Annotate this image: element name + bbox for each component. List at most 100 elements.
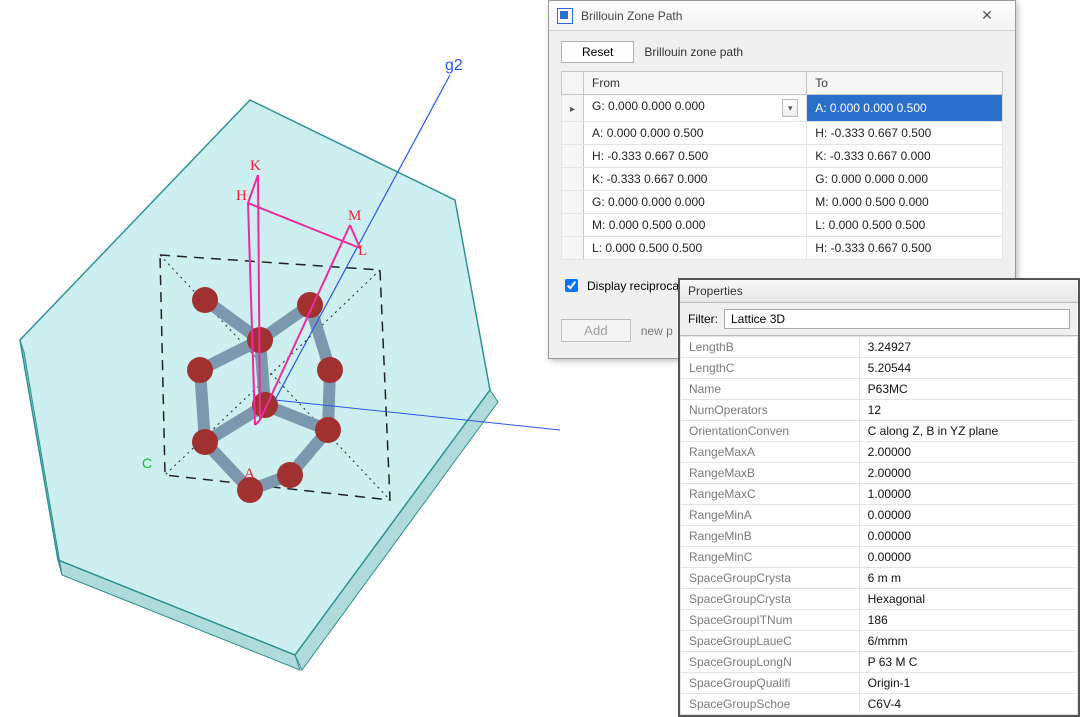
property-row[interactable]: LengthC5.20544 [681, 358, 1078, 379]
property-row[interactable]: SpaceGroupITNum186 [681, 610, 1078, 631]
row-header[interactable] [562, 214, 584, 237]
property-row[interactable]: NameP63MC [681, 379, 1078, 400]
property-value[interactable]: 0.00000 [859, 526, 1077, 547]
property-value[interactable]: 6 m m [859, 568, 1077, 589]
property-row[interactable]: RangeMinA0.00000 [681, 505, 1078, 526]
property-key: Name [681, 379, 860, 400]
bz-row[interactable]: L: 0.000 0.500 0.500H: -0.333 0.667 0.50… [562, 237, 1003, 260]
property-row[interactable]: SpaceGroupLaueC6/mmm [681, 631, 1078, 652]
property-value[interactable]: C along Z, B in YZ plane [859, 421, 1077, 442]
property-row[interactable]: SpaceGroupCrysta6 m m [681, 568, 1078, 589]
property-row[interactable]: NumOperators12 [681, 400, 1078, 421]
display-reciprocal-checkbox[interactable] [565, 279, 578, 292]
to-cell[interactable]: M: 0.000 0.500 0.000 [807, 191, 1003, 214]
property-value[interactable]: 2.00000 [859, 463, 1077, 484]
from-cell[interactable]: G: 0.000 0.000 0.000 [584, 191, 807, 214]
svg-text:K: K [250, 158, 261, 174]
svg-text:A: A [244, 466, 255, 482]
new-point-label: new p [641, 324, 673, 338]
bz-row[interactable]: A: 0.000 0.000 0.500H: -0.333 0.667 0.50… [562, 122, 1003, 145]
to-cell[interactable]: G: 0.000 0.000 0.000 [807, 168, 1003, 191]
property-row[interactable]: SpaceGroupCrystaHexagonal [681, 589, 1078, 610]
property-row[interactable]: RangeMaxB2.00000 [681, 463, 1078, 484]
property-value[interactable]: C6V-4 [859, 694, 1077, 715]
properties-grid[interactable]: LengthB3.24927LengthC5.20544NameP63MCNum… [680, 336, 1078, 715]
property-value[interactable]: 3.24927 [859, 337, 1077, 358]
reset-button[interactable]: Reset [561, 41, 634, 63]
properties-panel[interactable]: Properties Filter: LengthB3.24927LengthC… [678, 278, 1080, 717]
property-row[interactable]: SpaceGroupSchoeC6V-4 [681, 694, 1078, 715]
from-cell[interactable]: G: 0.000 0.000 0.000 [584, 95, 807, 122]
property-key: SpaceGroupQualifi [681, 673, 860, 694]
property-key: SpaceGroupCrysta [681, 568, 860, 589]
bz-titlebar[interactable]: Brillouin Zone Path ✕ [549, 1, 1015, 31]
property-key: RangeMaxB [681, 463, 860, 484]
to-cell[interactable]: K: -0.333 0.667 0.000 [807, 145, 1003, 168]
property-value[interactable]: 5.20544 [859, 358, 1077, 379]
bz-row[interactable]: G: 0.000 0.000 0.000A: 0.000 0.000 0.500 [562, 95, 1003, 122]
to-cell[interactable]: A: 0.000 0.000 0.500 [807, 95, 1003, 122]
add-button[interactable]: Add [561, 319, 631, 342]
property-key: RangeMinB [681, 526, 860, 547]
col-to[interactable]: To [807, 72, 1003, 95]
row-header[interactable] [562, 237, 584, 260]
property-value[interactable]: 2.00000 [859, 442, 1077, 463]
bz-row[interactable]: G: 0.000 0.000 0.000M: 0.000 0.500 0.000 [562, 191, 1003, 214]
filter-input[interactable] [724, 309, 1070, 329]
properties-header[interactable]: Properties [680, 280, 1078, 303]
col-from[interactable]: From [584, 72, 807, 95]
property-row[interactable]: OrientationConvenC along Z, B in YZ plan… [681, 421, 1078, 442]
to-cell[interactable]: H: -0.333 0.667 0.500 [807, 237, 1003, 260]
g2-label: g2 [445, 57, 463, 74]
property-value[interactable]: 6/mmm [859, 631, 1077, 652]
property-value[interactable]: 0.00000 [859, 505, 1077, 526]
property-row[interactable]: LengthB3.24927 [681, 337, 1078, 358]
row-header[interactable] [562, 191, 584, 214]
property-key: RangeMaxC [681, 484, 860, 505]
viewport-3d[interactable]: g2 K H M L A C [0, 0, 560, 684]
to-cell[interactable]: H: -0.333 0.667 0.500 [807, 122, 1003, 145]
property-value[interactable]: 0.00000 [859, 547, 1077, 568]
chevron-down-icon[interactable] [782, 99, 798, 117]
property-value[interactable]: Origin-1 [859, 673, 1077, 694]
property-value[interactable]: 1.00000 [859, 484, 1077, 505]
property-row[interactable]: SpaceGroupLongNP 63 M C [681, 652, 1078, 673]
filter-label: Filter: [688, 312, 718, 326]
bz-row[interactable]: M: 0.000 0.500 0.000L: 0.000 0.500 0.500 [562, 214, 1003, 237]
from-cell[interactable]: L: 0.000 0.500 0.500 [584, 237, 807, 260]
row-header[interactable] [562, 168, 584, 191]
property-row[interactable]: RangeMinB0.00000 [681, 526, 1078, 547]
bz-row[interactable]: K: -0.333 0.667 0.000G: 0.000 0.000 0.00… [562, 168, 1003, 191]
bz-row[interactable]: H: -0.333 0.667 0.500K: -0.333 0.667 0.0… [562, 145, 1003, 168]
row-header[interactable] [562, 122, 584, 145]
bz-title: Brillouin Zone Path [581, 9, 959, 23]
from-cell[interactable]: M: 0.000 0.500 0.000 [584, 214, 807, 237]
property-key: OrientationConven [681, 421, 860, 442]
property-key: LengthC [681, 358, 860, 379]
row-header[interactable] [562, 95, 584, 122]
property-value[interactable]: 12 [859, 400, 1077, 421]
from-cell[interactable]: A: 0.000 0.000 0.500 [584, 122, 807, 145]
bz-grid[interactable]: From To G: 0.000 0.000 0.000A: 0.000 0.0… [561, 71, 1003, 260]
property-row[interactable]: RangeMinC0.00000 [681, 547, 1078, 568]
property-row[interactable]: SpaceGroupQualifiOrigin-1 [681, 673, 1078, 694]
property-value[interactable]: P 63 M C [859, 652, 1077, 673]
property-key: LengthB [681, 337, 860, 358]
from-cell[interactable]: K: -0.333 0.667 0.000 [584, 168, 807, 191]
property-row[interactable]: RangeMaxA2.00000 [681, 442, 1078, 463]
property-key: SpaceGroupLaueC [681, 631, 860, 652]
svg-text:H: H [236, 188, 247, 204]
row-header[interactable] [562, 145, 584, 168]
property-row[interactable]: RangeMaxC1.00000 [681, 484, 1078, 505]
to-cell[interactable]: L: 0.000 0.500 0.500 [807, 214, 1003, 237]
property-value[interactable]: 186 [859, 610, 1077, 631]
from-cell[interactable]: H: -0.333 0.667 0.500 [584, 145, 807, 168]
svg-text:L: L [358, 243, 367, 259]
property-key: SpaceGroupSchoe [681, 694, 860, 715]
property-value[interactable]: Hexagonal [859, 589, 1077, 610]
property-key: SpaceGroupITNum [681, 610, 860, 631]
axis-c-label: C [142, 455, 152, 471]
close-icon[interactable]: ✕ [967, 7, 1007, 24]
property-key: RangeMaxA [681, 442, 860, 463]
property-value[interactable]: P63MC [859, 379, 1077, 400]
